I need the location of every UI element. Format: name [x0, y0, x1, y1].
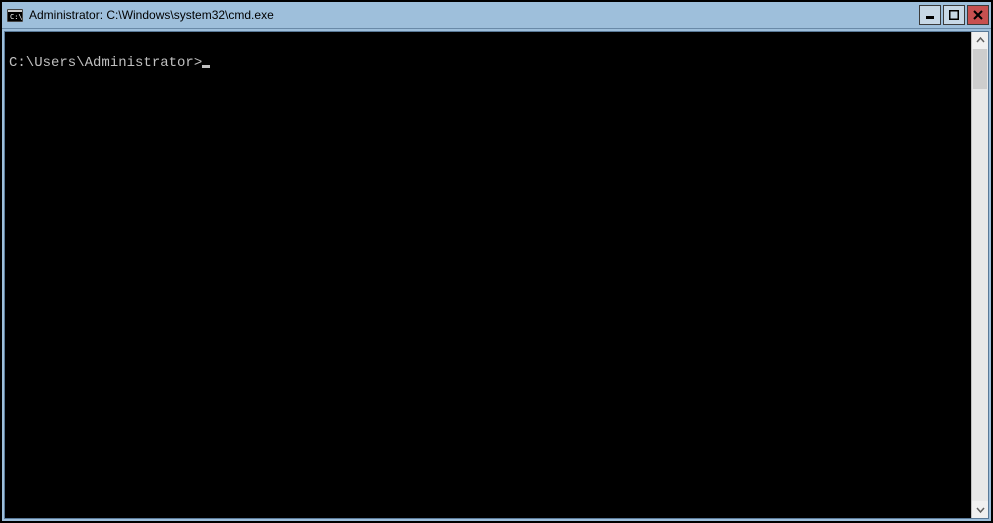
- svg-text:C:\: C:\: [10, 13, 23, 21]
- close-button[interactable]: [967, 5, 989, 25]
- client-area: C:\Users\Administrator>: [4, 31, 989, 519]
- titlebar[interactable]: C:\ Administrator: C:\Windows\system32\c…: [2, 2, 991, 29]
- scroll-track[interactable]: [972, 49, 988, 501]
- window-frame: C:\ Administrator: C:\Windows\system32\c…: [0, 0, 993, 523]
- prompt: C:\Users\Administrator>: [9, 55, 202, 71]
- cmd-icon: C:\: [7, 8, 23, 22]
- cursor: [202, 65, 210, 68]
- terminal-output[interactable]: C:\Users\Administrator>: [5, 32, 971, 518]
- window-title: Administrator: C:\Windows\system32\cmd.e…: [29, 8, 919, 22]
- scroll-down-button[interactable]: [972, 501, 988, 518]
- scroll-up-button[interactable]: [972, 32, 988, 49]
- minimize-button[interactable]: [919, 5, 941, 25]
- vertical-scrollbar[interactable]: [971, 32, 988, 518]
- scroll-thumb[interactable]: [973, 49, 987, 89]
- maximize-button[interactable]: [943, 5, 965, 25]
- window-controls: [919, 5, 989, 25]
